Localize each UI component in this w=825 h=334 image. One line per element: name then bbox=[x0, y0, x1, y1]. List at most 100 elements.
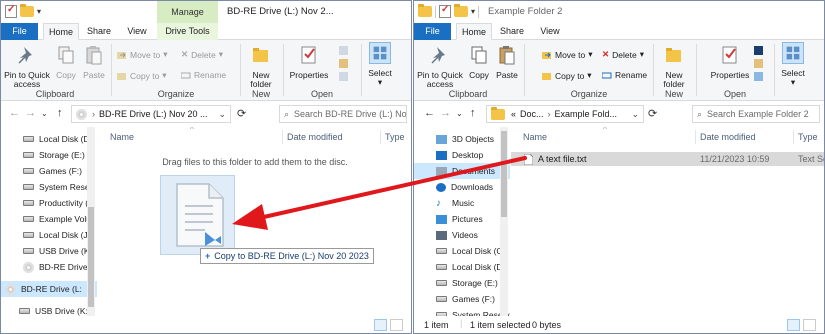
open-options-icon[interactable] bbox=[752, 44, 768, 84]
column-header-name[interactable]: Name bbox=[523, 132, 547, 142]
ribbon-divider bbox=[696, 44, 697, 96]
move-to-button[interactable]: Move to ▾ bbox=[542, 49, 593, 60]
pin-quick-access-button[interactable]: Pin to Quick access bbox=[416, 44, 464, 90]
recent-locations-icon[interactable]: ⌄ bbox=[41, 109, 48, 118]
nav-item[interactable]: Local Disk (C: bbox=[414, 243, 510, 259]
chevron-right-icon[interactable]: › bbox=[548, 109, 551, 119]
address-bar[interactable]: › BD-RE Drive (L:) Nov 20 ... ⌄ bbox=[71, 105, 231, 123]
copy-to-button[interactable]: Copy to ▾ bbox=[542, 70, 592, 81]
nav-item[interactable]: Local Disk (J:) bbox=[1, 227, 97, 243]
nav-item[interactable]: BD-RE Drive ( bbox=[1, 259, 97, 275]
chevron-down-icon[interactable]: ⌄ bbox=[218, 109, 226, 120]
new-folder-button[interactable]: New folder bbox=[656, 44, 692, 90]
large-icons-view-icon[interactable] bbox=[390, 319, 403, 331]
copy-to-button[interactable]: Copy to ▾ bbox=[117, 70, 167, 81]
nav-item[interactable]: Local Disk (D: bbox=[1, 131, 97, 147]
nav-item[interactable]: Pictures bbox=[414, 211, 510, 227]
tab-view[interactable]: View bbox=[121, 23, 153, 40]
nav-item[interactable]: Storage (E:) bbox=[414, 275, 510, 291]
manage-contextual-tab[interactable]: Manage bbox=[157, 1, 218, 23]
nav-item-selected[interactable]: Documents bbox=[414, 163, 510, 179]
nav-scrollbar[interactable] bbox=[500, 127, 508, 318]
nav-item[interactable]: Games (F:) bbox=[1, 163, 97, 179]
column-header-type[interactable]: Type bbox=[798, 132, 818, 142]
nav-item[interactable]: Downloads bbox=[414, 179, 510, 195]
pin-icon bbox=[18, 47, 32, 64]
paste-button[interactable]: Paste bbox=[494, 44, 520, 80]
tab-view[interactable]: View bbox=[534, 23, 566, 40]
text-file-icon bbox=[176, 183, 224, 247]
tab-share[interactable]: Share bbox=[83, 23, 115, 40]
copy-button[interactable]: Copy bbox=[53, 44, 79, 80]
column-header-date[interactable]: Date modified bbox=[287, 132, 343, 142]
nav-item[interactable]: 3D Objects bbox=[414, 131, 510, 147]
delete-button[interactable]: ✕ Delete ▾ bbox=[602, 49, 644, 60]
details-view-icon[interactable] bbox=[787, 319, 800, 331]
delete-button[interactable]: ✕ Delete ▾ bbox=[181, 49, 223, 60]
file-row[interactable]: A text file.txt 11/21/2023 10:59 Text Sc bbox=[511, 152, 824, 166]
new-folder-icon[interactable] bbox=[454, 4, 468, 17]
nav-scrollbar[interactable] bbox=[87, 127, 95, 318]
nav-item[interactable]: Storage (E:) bbox=[1, 147, 97, 163]
paste-button[interactable]: Paste bbox=[81, 44, 107, 80]
customize-qat-icon[interactable]: ▾ bbox=[471, 7, 475, 16]
new-folder-button[interactable]: New folder bbox=[243, 44, 279, 90]
new-folder-icon[interactable] bbox=[20, 4, 34, 17]
tab-file[interactable]: File bbox=[1, 23, 38, 40]
scrollbar-thumb[interactable] bbox=[501, 131, 507, 217]
up-arrow-icon[interactable]: ↑ bbox=[470, 107, 476, 119]
open-group-label: Open bbox=[723, 89, 747, 99]
back-arrow-icon[interactable]: ← bbox=[9, 107, 20, 119]
column-header-date[interactable]: Date modified bbox=[700, 132, 756, 142]
forward-arrow-icon[interactable]: → bbox=[440, 107, 451, 119]
nav-item[interactable]: Local Disk (D: bbox=[414, 259, 510, 275]
scrollbar-thumb[interactable] bbox=[88, 207, 94, 307]
properties-button[interactable]: Properties bbox=[287, 44, 331, 80]
select-button[interactable]: Select ▾ bbox=[778, 42, 808, 88]
navigation-pane: 3D Objects Desktop Documents Downloads ♪… bbox=[414, 127, 510, 318]
nav-item[interactable]: ♪ Music bbox=[414, 195, 510, 211]
back-arrow-icon[interactable]: ← bbox=[424, 107, 435, 119]
nav-item[interactable]: Productivity ( bbox=[1, 195, 97, 211]
rename-button[interactable]: Rename bbox=[602, 70, 647, 80]
rename-button[interactable]: Rename bbox=[181, 70, 226, 80]
nav-item[interactable]: Videos bbox=[414, 227, 510, 243]
copy-button[interactable]: Copy bbox=[466, 44, 492, 80]
refresh-icon[interactable]: ⟳ bbox=[648, 107, 657, 120]
search-input[interactable]: ⌕ Search BD-RE Drive (L:) Nov ... bbox=[279, 105, 407, 123]
tab-drive-tools[interactable]: Drive Tools bbox=[157, 23, 218, 40]
chevron-down-icon[interactable]: ⌄ bbox=[631, 109, 639, 120]
navigation-pane: Local Disk (D: Storage (E:) Games (F:) S… bbox=[1, 127, 97, 318]
properties-icon[interactable] bbox=[5, 4, 17, 18]
forward-arrow-icon[interactable]: → bbox=[25, 107, 36, 119]
nav-item[interactable]: System Reser bbox=[1, 179, 97, 195]
up-arrow-icon[interactable]: ↑ bbox=[57, 107, 63, 119]
large-icons-view-icon[interactable] bbox=[803, 319, 816, 331]
details-view-icon[interactable] bbox=[374, 319, 387, 331]
pin-quick-access-button[interactable]: Pin to Quick access bbox=[3, 44, 51, 90]
search-icon: ⌕ bbox=[697, 108, 703, 119]
refresh-icon[interactable]: ⟳ bbox=[237, 107, 246, 120]
nav-item[interactable]: Games (F:) bbox=[414, 291, 510, 307]
tab-home[interactable]: Home bbox=[43, 23, 79, 40]
status-bar: 1 item | 1 item selected 0 bytes bbox=[414, 316, 824, 333]
address-bar[interactable]: « Doc... › Example Fold... ⌄ bbox=[486, 105, 644, 123]
drag-copy-tooltip: + Copy to BD-RE Drive (L:) Nov 20 2023 bbox=[200, 248, 374, 264]
tab-home[interactable]: Home bbox=[456, 23, 492, 40]
tab-file[interactable]: File bbox=[414, 23, 451, 40]
select-button[interactable]: Select ▾ bbox=[365, 42, 395, 88]
open-options-icon[interactable] bbox=[337, 44, 353, 84]
nav-item-selected[interactable]: BD-RE Drive (L: bbox=[1, 281, 97, 297]
column-header-name[interactable]: Name bbox=[110, 132, 134, 142]
recent-locations-icon[interactable]: ⌄ bbox=[456, 109, 463, 118]
nav-item[interactable]: Desktop bbox=[414, 147, 510, 163]
tab-share[interactable]: Share bbox=[496, 23, 528, 40]
customize-qat-icon[interactable]: ▾ bbox=[37, 7, 41, 16]
nav-item[interactable]: USB Drive (K: bbox=[1, 243, 97, 259]
properties-icon[interactable] bbox=[439, 4, 451, 18]
search-input[interactable]: ⌕ Search Example Folder 2 bbox=[692, 105, 820, 123]
nav-item[interactable]: Example Volu bbox=[1, 211, 97, 227]
properties-button[interactable]: Properties bbox=[708, 44, 752, 80]
move-to-button[interactable]: Move to ▾ bbox=[117, 49, 168, 60]
column-header-type[interactable]: Type bbox=[385, 132, 405, 142]
